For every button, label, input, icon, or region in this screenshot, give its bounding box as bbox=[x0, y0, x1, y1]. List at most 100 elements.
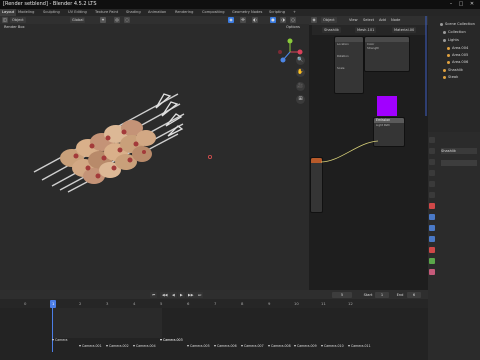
zoom-icon[interactable]: 🔍 bbox=[296, 56, 305, 65]
scene-tab-icon[interactable] bbox=[429, 181, 435, 187]
marker-camera[interactable]: Camera bbox=[52, 338, 68, 342]
data-tab-icon[interactable] bbox=[429, 258, 435, 264]
outliner-area-005[interactable]: Area.005 bbox=[447, 53, 468, 58]
node-object-menu[interactable]: Object bbox=[321, 17, 337, 23]
material-node[interactable]: Color Strength bbox=[364, 36, 410, 72]
marker-label: Camera.007 bbox=[244, 344, 264, 348]
properties-panel[interactable] bbox=[428, 132, 480, 360]
particles-tab-icon[interactable] bbox=[429, 225, 435, 231]
output-node[interactable] bbox=[310, 157, 323, 213]
marker-camera-010[interactable]: Camera.010 bbox=[321, 344, 344, 348]
minimize-button[interactable]: – bbox=[446, 0, 456, 9]
marker-camera-007[interactable]: Camera.007 bbox=[241, 344, 264, 348]
marker-icon bbox=[294, 345, 296, 347]
mode-select[interactable]: Object bbox=[10, 17, 26, 23]
tab-rendering[interactable]: Rendering bbox=[175, 9, 193, 16]
3d-cursor-icon[interactable] bbox=[207, 154, 213, 160]
tab-modeling[interactable]: Modeling bbox=[18, 9, 34, 16]
node-editor-type-icon[interactable]: ◈ bbox=[311, 17, 317, 23]
shading-rendered-icon[interactable]: ○ bbox=[290, 17, 296, 23]
close-button[interactable]: ✕ bbox=[467, 0, 477, 9]
shading-material-icon[interactable]: ◑ bbox=[280, 17, 286, 23]
marker-camera-004[interactable]: Camera.004 bbox=[133, 344, 156, 348]
output-tab-icon[interactable] bbox=[429, 159, 435, 165]
tick-4: 4 bbox=[133, 301, 136, 306]
outliner-steak[interactable]: Steak bbox=[443, 75, 458, 80]
shading-solid-icon[interactable]: ● bbox=[270, 17, 276, 23]
options-menu[interactable]: Options bbox=[284, 24, 302, 30]
gizmo-icon[interactable]: ✣ bbox=[240, 17, 246, 23]
outliner-shashlik[interactable]: Shashlik bbox=[443, 68, 463, 73]
collection-label[interactable]: Render Box bbox=[2, 24, 27, 30]
transform-node[interactable]: Location Rotation Scale bbox=[334, 36, 364, 94]
start-frame-field[interactable]: 1 bbox=[375, 292, 389, 298]
color-swatch[interactable] bbox=[377, 96, 397, 116]
snap-icon[interactable]: ⌖ bbox=[100, 17, 106, 23]
overlay-icon[interactable]: ◐ bbox=[252, 17, 258, 23]
world-tab-icon[interactable] bbox=[429, 192, 435, 198]
tab-animation[interactable]: Animation bbox=[148, 9, 166, 16]
next-keyframe-button[interactable]: ▶▶ bbox=[186, 292, 196, 298]
add-workspace-button[interactable]: + bbox=[293, 9, 296, 16]
modifier-tab-icon[interactable] bbox=[429, 214, 435, 220]
tab-layout[interactable]: Layout bbox=[0, 9, 17, 16]
tab-compositing[interactable]: Compositing bbox=[202, 9, 225, 16]
pivot-icon[interactable]: ◎ bbox=[114, 17, 120, 23]
marker-camera-001[interactable]: Camera.001 bbox=[79, 344, 102, 348]
prev-keyframe-button[interactable]: ◀◀ bbox=[160, 292, 170, 298]
view-layer-tab-icon[interactable] bbox=[429, 170, 435, 176]
marker-camera-003[interactable]: Camera.003 bbox=[160, 338, 183, 342]
properties-name-field[interactable] bbox=[441, 160, 477, 166]
node-node-menu[interactable]: Node bbox=[389, 17, 402, 23]
outliner-area-006[interactable]: Area.006 bbox=[447, 60, 468, 65]
end-frame-field[interactable]: 6 bbox=[407, 292, 421, 298]
tab-sculpting[interactable]: Sculpting bbox=[43, 9, 60, 16]
jump-start-button[interactable]: ⏮ bbox=[150, 292, 158, 298]
physics-tab-icon[interactable] bbox=[429, 236, 435, 242]
constraints-tab-icon[interactable] bbox=[429, 247, 435, 253]
editor-type-icon[interactable]: ◫ bbox=[2, 17, 8, 23]
tab-scripting[interactable]: Scripting bbox=[269, 9, 285, 16]
node-add-menu[interactable]: Add bbox=[377, 17, 388, 23]
proportional-icon[interactable]: ◌ bbox=[124, 17, 130, 23]
outliner-area-004[interactable]: Area.004 bbox=[447, 46, 468, 51]
visibility-icon[interactable]: ◉ bbox=[228, 17, 234, 23]
camera-view-icon[interactable]: 🎥 bbox=[296, 82, 305, 91]
transform-orientation-select[interactable]: Global bbox=[70, 17, 86, 23]
maximize-button[interactable]: □ bbox=[456, 0, 466, 9]
tool-tab-icon[interactable] bbox=[429, 137, 435, 143]
perspective-toggle-icon[interactable]: ⊞ bbox=[296, 95, 305, 104]
node-view-menu[interactable]: View bbox=[347, 17, 360, 23]
marker-camera-006[interactable]: Camera.006 bbox=[214, 344, 237, 348]
current-frame-field[interactable]: 5 bbox=[332, 292, 352, 298]
play-reverse-button[interactable]: ◀ bbox=[170, 292, 177, 298]
tab-geometry-nodes[interactable]: Geometry Nodes bbox=[232, 9, 262, 16]
breadcrumb-material[interactable]: Material.00 bbox=[392, 27, 417, 33]
collection-icon bbox=[443, 30, 446, 34]
marker-camera-002[interactable]: Camera.002 bbox=[106, 344, 129, 348]
breadcrumb-object[interactable]: Shashlik bbox=[322, 27, 341, 33]
material-tab-icon[interactable] bbox=[429, 269, 435, 275]
marker-camera-005[interactable]: Camera.005 bbox=[187, 344, 210, 348]
outliner-lights[interactable]: Lights bbox=[443, 38, 459, 43]
marker-camera-008[interactable]: Camera.008 bbox=[268, 344, 291, 348]
shashlik-model[interactable] bbox=[28, 86, 188, 196]
tab-texture-paint[interactable]: Texture Paint bbox=[95, 9, 118, 16]
node-select-menu[interactable]: Select bbox=[361, 17, 376, 23]
outliner-label: Steak bbox=[448, 75, 459, 79]
object-tab-icon[interactable] bbox=[429, 203, 435, 209]
marker-camera-009[interactable]: Camera.009 bbox=[294, 344, 317, 348]
breadcrumb-mesh[interactable]: Mesh.101 bbox=[355, 27, 377, 33]
properties-object-name[interactable]: Shashlik bbox=[441, 148, 477, 154]
outliner-scene-collection[interactable]: Scene Collection bbox=[440, 22, 475, 27]
outliner-collection[interactable]: Collection bbox=[443, 30, 466, 35]
tab-shading[interactable]: Shading bbox=[126, 9, 141, 16]
marker-camera-011[interactable]: Camera.011 bbox=[348, 344, 371, 348]
pan-icon[interactable]: ✋ bbox=[296, 68, 305, 77]
render-tab-icon[interactable] bbox=[429, 148, 435, 154]
collection-icon bbox=[440, 22, 443, 26]
tab-uv-editing[interactable]: UV Editing bbox=[68, 9, 87, 16]
jump-end-button[interactable]: ⏭ bbox=[196, 292, 204, 298]
play-button[interactable]: ▶ bbox=[178, 292, 185, 298]
window-title: [Render setblend] - Blender 4.5.2 LTS bbox=[3, 1, 97, 7]
